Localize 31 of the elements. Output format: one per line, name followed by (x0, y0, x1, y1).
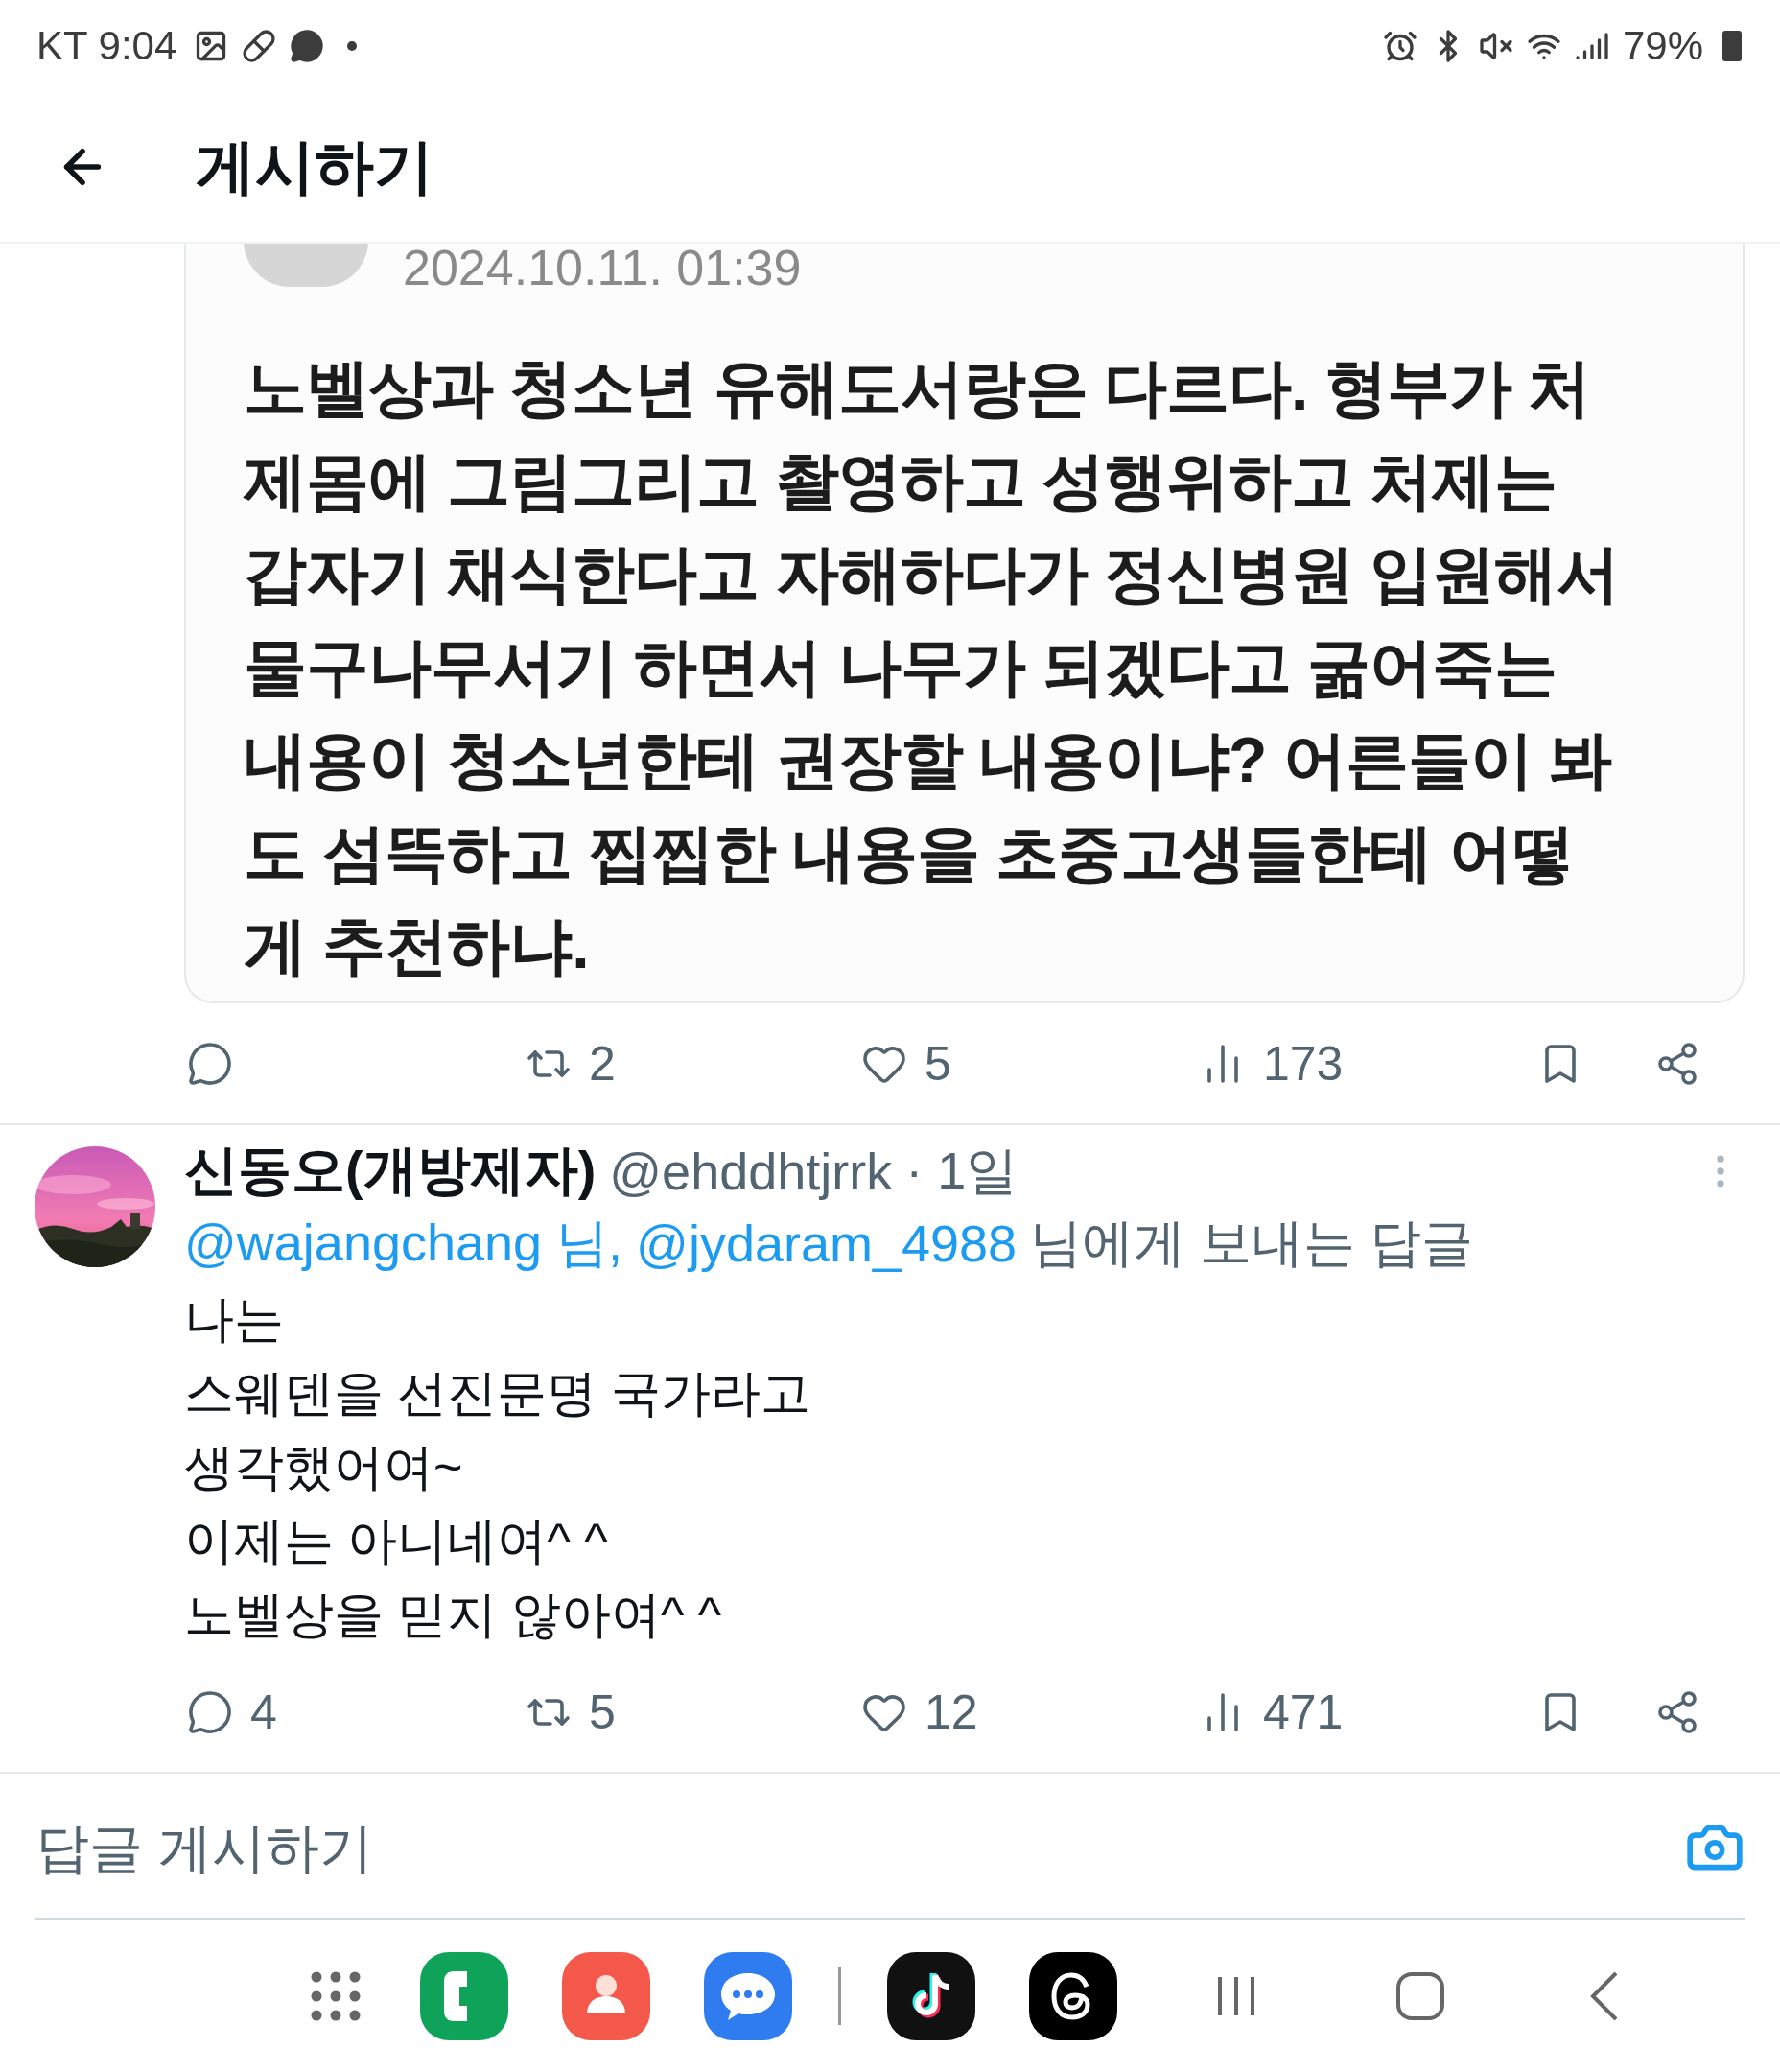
reply-button[interactable]: 4 (187, 1684, 526, 1740)
repost-button[interactable]: 5 (526, 1684, 861, 1740)
comment-date: 2024.10.11. 01:39 (403, 244, 802, 296)
contacts-app-icon[interactable] (562, 1952, 650, 2040)
post-text: 나는 스웨덴을 선진문명 국가라고 생각했어여~ 이제는 아니네여^ ^ 노벨상을 믿지 않아여^ ^ (184, 1290, 811, 1644)
phone-app-icon[interactable] (420, 1952, 508, 2040)
like-button[interactable]: 5 (861, 1035, 1200, 1092)
rounded-square-icon (1395, 1971, 1445, 2021)
threads-app-icon[interactable] (1029, 1952, 1117, 2040)
author-handle: @ehddhtjrrk (609, 1142, 893, 1201)
views-button[interactable]: 173 (1200, 1035, 1537, 1092)
comment-text: 노벨상과 청소년 유해도서랑은 다르다. 형부가 처 제몸에 그림그리고 촬영하고 성행위하고 처제는 갑자기 채식한다고 자해하다가 정신병원 입원해서 물구나무서기 하면서 나무가 되겠다고 굶어죽는 내용이 청소년한테 권장할 내용이냐? 어른들이 봐 도 섬뜩하고 찝찝한 내용을 초중고생들한테 어떻 게 추천하냐. (244, 351, 1621, 983)
like-button[interactable]: 12 (861, 1684, 1200, 1740)
post-time: · 1일 (905, 1140, 1019, 1201)
battery-icon (1722, 30, 1742, 61)
battery-percent: 79% (1622, 22, 1703, 69)
repost-button[interactable]: 2 (526, 1035, 861, 1092)
page-title: 게시하기 (196, 131, 433, 201)
carrier-time: KT 9:04 (36, 22, 177, 69)
dot-icon (347, 40, 358, 51)
pill-icon (242, 28, 277, 63)
messages-app-icon[interactable] (704, 1952, 792, 2040)
reply-field[interactable]: 답글 게시하기 (35, 1816, 1685, 1879)
replying-to-text: 님에게 보내는 답글 (1030, 1212, 1474, 1273)
music-note-app-icon[interactable] (887, 1952, 975, 2040)
chat-bubble-icon (290, 28, 325, 63)
reply-icon (187, 1688, 233, 1735)
views-button[interactable]: 471 (1200, 1684, 1537, 1740)
grid-icon (309, 1969, 363, 2023)
reply-icon (187, 1040, 233, 1087)
author-name: 신동오(개방제자) (184, 1139, 597, 1202)
